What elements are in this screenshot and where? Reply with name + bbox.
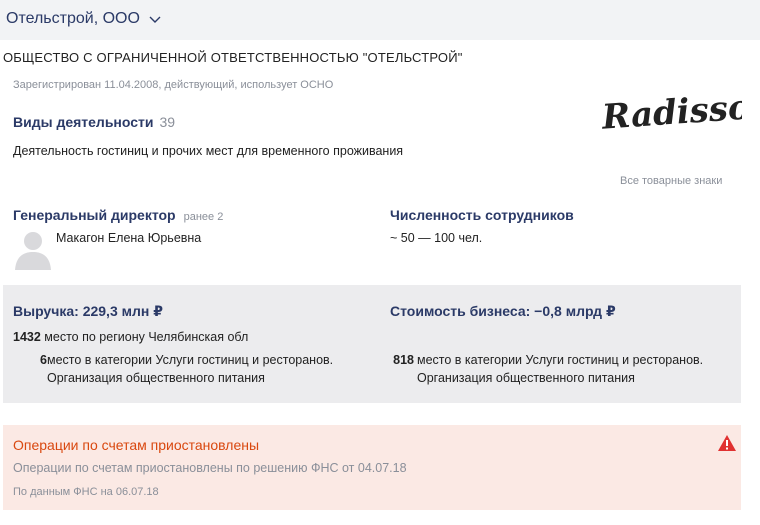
logo-text: Radisson [600,86,742,138]
director-earlier[interactable]: ранее 2 [184,211,224,223]
business-value-category-text-2: Организация общественного питания [417,371,635,385]
company-switcher[interactable]: Отельстрой, ООО [6,10,162,28]
registration-info: Зарегистрирован 11.04.2008, действующий,… [13,79,334,91]
business-value-rank-number: 818 [390,351,414,369]
revenue-category-rank: место в категории Услуги гостиниц и рест… [47,351,333,387]
business-value-rank-value: 818 [393,353,414,367]
activities-title[interactable]: Виды деятельности 39 [13,114,175,130]
business-value-title[interactable]: Стоимость бизнеса: −0,8 млрд ₽ [390,303,616,320]
radisson-logo[interactable]: Radisson [600,86,742,138]
revenue-category-rank-value: 6 [40,353,47,367]
top-bar: Отельстрой, ООО [0,0,760,40]
business-value-category-rank: место в категории Услуги гостиниц и рест… [417,351,703,387]
activities-title-label[interactable]: Виды деятельности [13,114,154,130]
revenue-category-rank-number: 6 [13,351,47,369]
director-name[interactable]: Макагон Елена Юрьевна [56,231,201,245]
revenue-region-rank: 1432 место по региону Челябинская обл [13,328,248,346]
director-title[interactable]: Генеральный директор ранее 2 [13,207,223,223]
employees-title: Численность сотрудников [390,207,574,223]
chevron-down-icon[interactable] [148,12,162,26]
main-activity: Деятельность гостиниц и прочих мест для … [13,144,404,158]
warning-icon [718,435,736,451]
revenue-category-text-2: Организация общественного питания [47,371,265,385]
revenue-category-text-1: место в категории Услуги гостиниц и рест… [47,353,334,367]
accounts-suspended-alert: Операции по счетам приостановлены Операц… [3,425,741,510]
employees-value: ~ 50 — 100 чел. [390,231,483,245]
revenue-region-rank-text: место по региону Челябинская обл [44,330,249,344]
revenue-region-rank-number: 1432 [13,330,41,344]
director-title-label[interactable]: Генеральный директор [13,207,176,223]
financial-stats: Выручка: 229,3 млн ₽ 1432 место по регио… [3,285,741,403]
all-trademarks-link[interactable]: Все товарные знаки [620,175,722,187]
business-value-category-text-1: место в категории Услуги гостиниц и рест… [417,353,704,367]
company-full-name: ОБЩЕСТВО С ОГРАНИЧЕННОЙ ОТВЕТСТВЕННОСТЬЮ… [3,50,463,65]
alert-title[interactable]: Операции по счетам приостановлены [13,437,259,453]
company-name[interactable]: Отельстрой, ООО [6,10,140,28]
revenue-title[interactable]: Выручка: 229,3 млн ₽ [13,303,163,320]
activities-count: 39 [159,114,176,130]
alert-text: Операции по счетам приостановлены по реш… [13,461,407,475]
avatar [15,232,51,270]
alert-source: По данным ФНС на 06.07.18 [13,486,159,498]
